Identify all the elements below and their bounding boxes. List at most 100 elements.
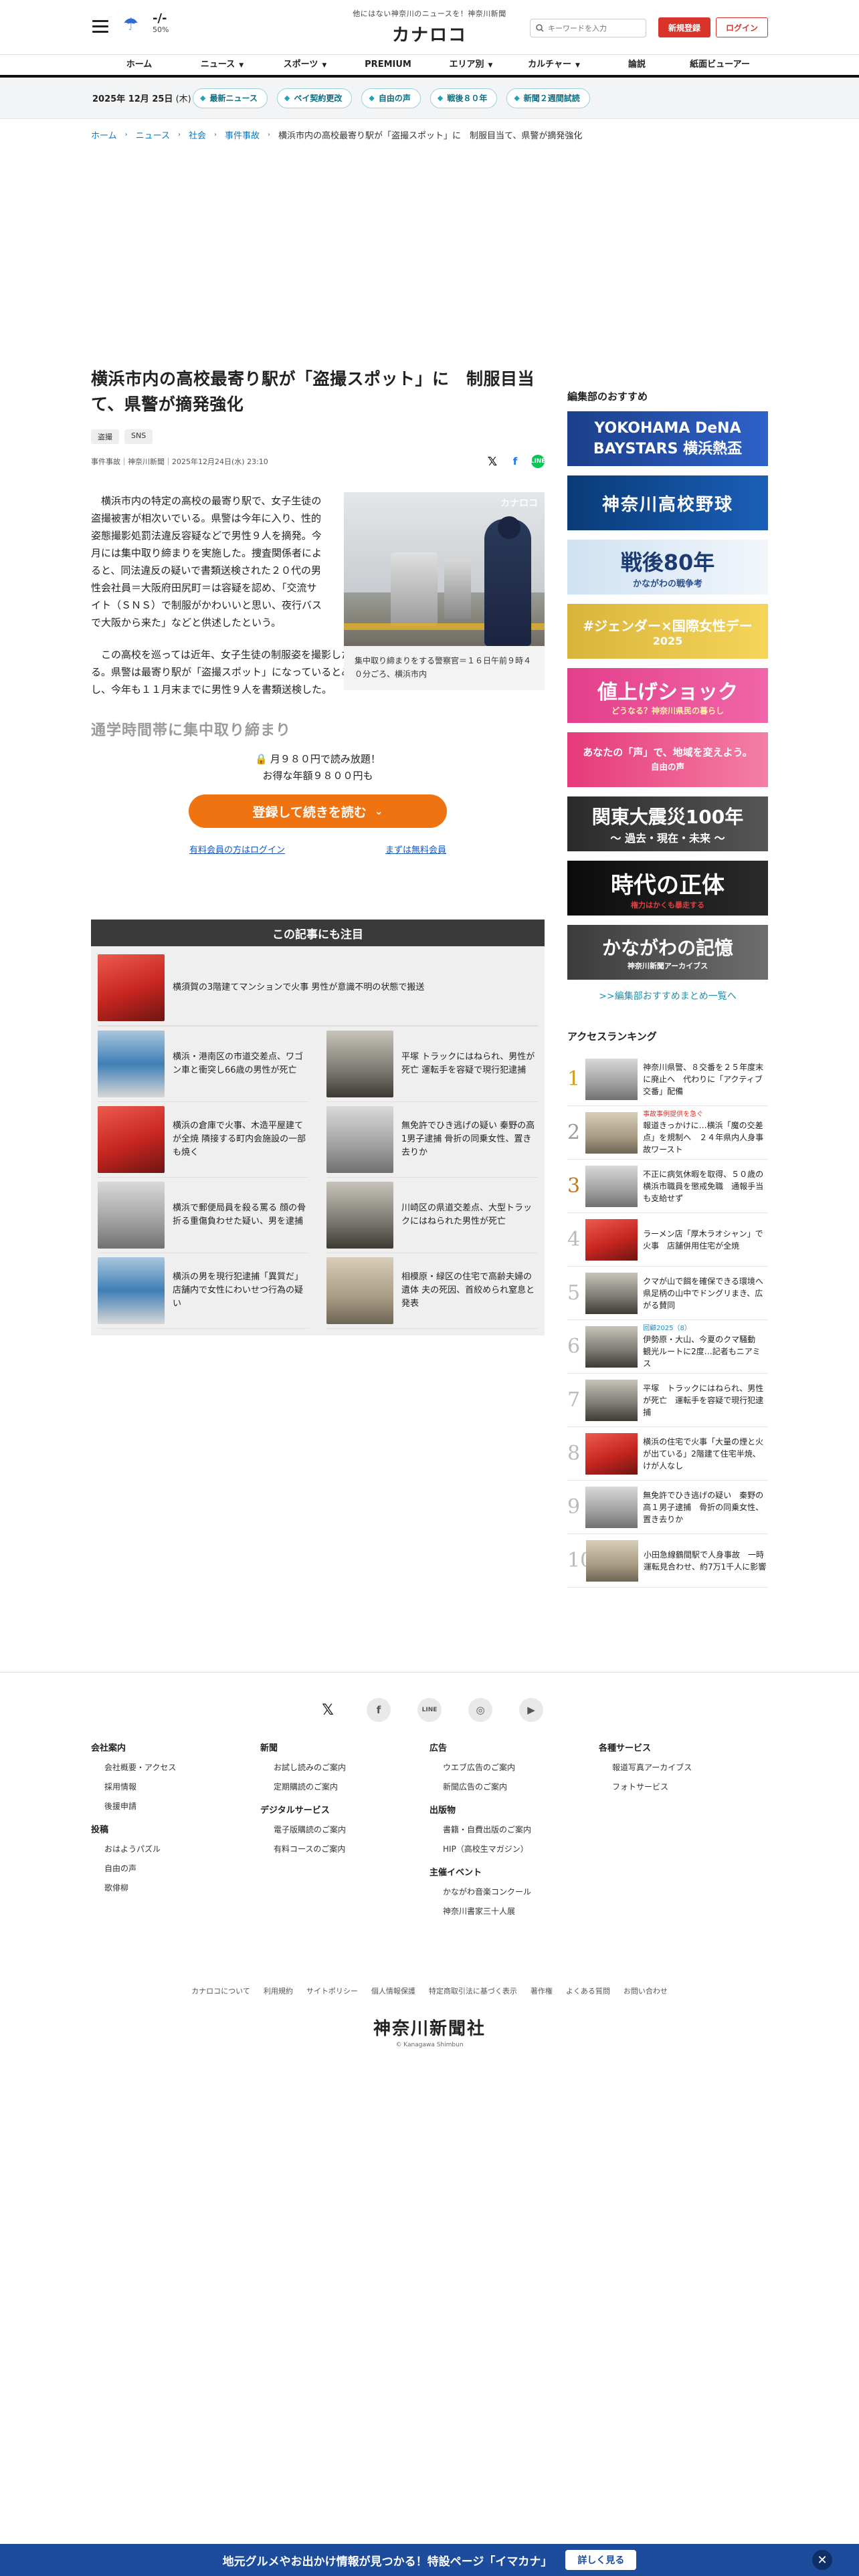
- footer-link[interactable]: 報道写真アーカイブス: [612, 1761, 768, 1773]
- promo-details-button[interactable]: 詳しく見る: [565, 2550, 637, 2570]
- ranking-item[interactable]: 9 無免許でひき逃げの疑い 秦野の高１男子逮捕 骨折の同乗女性、置き去りか: [567, 1481, 768, 1534]
- banner-koko-yakyu[interactable]: 神奈川高校野球: [567, 475, 768, 530]
- nav-home[interactable]: ホーム: [98, 55, 181, 75]
- related-item[interactable]: 無免許でひき逃げの疑い 秦野の高1男子逮捕 骨折の同乗女性、置き去りか: [326, 1102, 538, 1178]
- related-item[interactable]: 横浜の男を現行犯逮捕「異質だ」 店舗内で女性にわいせつ行為の疑い: [98, 1253, 309, 1329]
- footer-link[interactable]: かながわ音楽コンクール: [443, 1886, 599, 1897]
- footer-link[interactable]: 歌俳柳: [104, 1882, 260, 1893]
- close-icon[interactable]: ✕: [812, 2550, 832, 2570]
- footer-bottom-link[interactable]: 個人情報保護: [371, 1985, 415, 1996]
- ranking-item[interactable]: 2 事故事例提供を急ぐ 報道きっかけに…横浜「魔の交差点」を規制へ ２４年県内人身事…: [567, 1106, 768, 1160]
- youtube-icon[interactable]: ▶: [519, 1698, 543, 1722]
- footer-bottom-link[interactable]: カナロコについて: [191, 1985, 250, 1996]
- banner-sengo80[interactable]: 戦後80年 かながわの戦争考: [567, 540, 768, 595]
- article-meta: 事件事故｜神奈川新聞｜2025年12月24日(水) 23:10: [91, 457, 268, 466]
- nav-culture[interactable]: カルチャー ▼: [512, 55, 595, 75]
- site-tagline: 他にはない神奈川のニュースを！神奈川新聞: [353, 9, 506, 18]
- nav-premium[interactable]: PREMIUM: [347, 55, 430, 75]
- footer-link[interactable]: 会社概要・アクセス: [104, 1761, 260, 1773]
- banner-jiyu-no-koe[interactable]: あなたの「声」で、地域を変えよう。 自由の声: [567, 732, 768, 787]
- ranking-item[interactable]: 7 平塚 トラックにはねられ、男性が死亡 運転手を容疑で現行犯逮捕: [567, 1374, 768, 1427]
- ranking-item[interactable]: 6 回顧2025（8） 伊勢原・大山、今夏のクマ騒動 観光ルートに2度…記者もニアミ…: [567, 1320, 768, 1374]
- facebook-share-icon[interactable]: f: [508, 455, 522, 468]
- ranking-item[interactable]: 1 神奈川県警、８交番を２５年度末に廃止へ 代わりに「アクティブ交番」配備: [567, 1053, 768, 1106]
- nav-editorial[interactable]: 論説: [595, 55, 678, 75]
- chip-trial[interactable]: ◆ 新聞２週間試読: [506, 88, 590, 108]
- search-input[interactable]: [548, 23, 635, 33]
- banner-kanto-shinsai[interactable]: 関東大震災100年〜 過去・現在・未来 〜: [567, 796, 768, 851]
- breadcrumb-home[interactable]: ホーム: [91, 128, 117, 141]
- footer-link[interactable]: 神奈川書家三十人展: [443, 1905, 599, 1917]
- footer-link[interactable]: 後援申請: [104, 1800, 260, 1812]
- chip-contract[interactable]: ◆ ペイ契約更改: [276, 88, 353, 108]
- footer-logo[interactable]: 神奈川新聞社: [0, 2015, 859, 2040]
- ranking-item[interactable]: 5 クマが山で餌を確保できる環境へ 県足柄の山中でドングリまき、広がる賛同: [567, 1267, 771, 1320]
- line-share-icon[interactable]: LINE: [531, 455, 545, 468]
- facebook-icon[interactable]: f: [367, 1698, 391, 1722]
- weather-widget[interactable]: ☂ -/- 50%: [123, 13, 169, 35]
- footer-bottom-link[interactable]: 特定商取引法に基づく表示: [429, 1985, 517, 1996]
- ranking-item[interactable]: 3 不正に病気休暇を取得、５０歳の横浜市職員を懲戒免職 通報手当も支給せず: [567, 1160, 768, 1213]
- article-photo[interactable]: カナロコ: [344, 492, 545, 646]
- free-member-link[interactable]: まずは無料会員: [385, 843, 446, 855]
- chip-postwar[interactable]: ◆ 戦後８０年: [430, 88, 498, 108]
- instagram-icon[interactable]: ◎: [468, 1698, 492, 1722]
- breadcrumb-incident[interactable]: 事件事故: [225, 128, 260, 141]
- footer-bottom-link[interactable]: サイトポリシー: [306, 1985, 358, 1996]
- chip-voice[interactable]: ◆ 自由の声: [361, 88, 421, 108]
- footer-bottom-link[interactable]: 利用規約: [264, 1985, 293, 1996]
- footer-link[interactable]: お試し読みのご案内: [274, 1761, 430, 1773]
- related-item[interactable]: 川崎区の県道交差点、大型トラックにはねられた男性が死亡: [326, 1178, 538, 1253]
- banner-kanagawa-kioku[interactable]: かながわの記憶 神奈川新聞アーカイブス: [567, 925, 768, 980]
- related-item[interactable]: 相模原・緑区の住宅で高齢夫婦の遺体 夫の死因、首絞められ窒息と発表: [326, 1253, 538, 1329]
- x-share-icon[interactable]: 𝕏: [486, 455, 499, 469]
- article-subheading: 通学時間帯に集中取り締まり: [91, 722, 292, 739]
- member-login-link[interactable]: 有料会員の方はログイン: [189, 843, 285, 855]
- footer-link[interactable]: ウエブ広告のご案内: [443, 1761, 599, 1773]
- footer-link[interactable]: 電子版購読のご案内: [274, 1824, 430, 1835]
- line-icon[interactable]: LINE: [417, 1698, 442, 1722]
- banner-neage[interactable]: 値上げショック どうなる？神奈川県民の暮らし: [567, 668, 768, 723]
- banner-jidai-no-shotai[interactable]: 時代の正体 権力はかくも暴走する: [567, 861, 768, 916]
- login-button[interactable]: ログイン: [716, 17, 768, 37]
- footer-link[interactable]: フォトサービス: [612, 1781, 768, 1792]
- footer-link[interactable]: 書籍・自費出版のご案内: [443, 1824, 599, 1835]
- footer-link[interactable]: 定期購読のご案内: [274, 1781, 430, 1792]
- banner-baystars[interactable]: YOKOHAMA DeNA BAYSTARS 横浜熱盃: [567, 411, 768, 466]
- breadcrumb-news[interactable]: ニュース: [136, 128, 170, 141]
- menu-icon[interactable]: [92, 20, 108, 33]
- footer-link[interactable]: 採用情報: [104, 1781, 260, 1792]
- footer-link[interactable]: 有料コースのご案内: [274, 1843, 430, 1854]
- chip-latest[interactable]: ◆ 最新ニュース: [193, 88, 268, 108]
- footer-bottom-link[interactable]: お問い合わせ: [624, 1985, 668, 1996]
- footer-link[interactable]: 新聞広告のご案内: [443, 1781, 599, 1792]
- ranking-item[interactable]: 8 横浜の住宅で火事「大量の煙と火が出ている」2階建て住宅半焼、けが人なし: [567, 1427, 768, 1481]
- related-item[interactable]: 平塚 トラックにはねられ、男性が死亡 運転手を容疑で現行犯逮捕: [326, 1027, 538, 1102]
- nav-sports[interactable]: スポーツ ▼: [264, 55, 347, 75]
- footer-link[interactable]: HIP（高校生マガジン）: [443, 1843, 599, 1854]
- search-box[interactable]: [530, 19, 646, 37]
- footer-bottom-link[interactable]: よくある質問: [566, 1985, 610, 1996]
- banner-gender[interactable]: #ジェンダー×国際女性デー 2025: [567, 604, 768, 659]
- tag-link[interactable]: 盗撮: [91, 429, 119, 444]
- site-logo[interactable]: カナロコ: [353, 21, 506, 46]
- related-item[interactable]: 横浜・港南区の市道交差点、ワゴン車と衝突し66歳の男性が死亡: [98, 1027, 309, 1102]
- footer-link[interactable]: 自由の声: [104, 1862, 260, 1874]
- nav-viewer[interactable]: 紙面ビューアー: [678, 55, 761, 75]
- subscribe-button[interactable]: 登録して続きを読む ⌄: [189, 794, 447, 828]
- related-item[interactable]: 横須賀の3階建てマンションで火事 男性が意識不明の状態で搬送: [98, 950, 538, 1026]
- recommend-more-link[interactable]: >>編集部おすすめまとめ一覧へ: [567, 989, 768, 1002]
- site-logo-block[interactable]: 他にはない神奈川のニュースを！神奈川新聞 カナロコ: [353, 8, 506, 46]
- x-icon[interactable]: 𝕏: [316, 1698, 340, 1722]
- register-button[interactable]: 新規登録: [658, 17, 710, 37]
- tag-link[interactable]: SNS: [124, 429, 153, 444]
- breadcrumb-society[interactable]: 社会: [189, 128, 206, 141]
- ranking-item[interactable]: 4 ラーメン店「厚木ラオシャン」で火事 店舗併用住宅が全焼: [567, 1213, 768, 1267]
- nav-area[interactable]: エリア別 ▼: [430, 55, 512, 75]
- ranking-item[interactable]: 10 小田急線鶴間駅で人身事故 一時運転見合わせ、約7万1千人に影響: [567, 1534, 768, 1588]
- related-item[interactable]: 横浜で郵便局員を殺る罵る 顔の骨折る重傷負わせた疑い、男を逮捕: [98, 1178, 309, 1253]
- footer-bottom-link[interactable]: 著作権: [531, 1985, 553, 1996]
- related-item[interactable]: 横浜の倉庫で火事、木造平屋建て が全焼 隣接する町内会施設の一部も焼く: [98, 1102, 309, 1178]
- nav-news[interactable]: ニュース ▼: [181, 55, 264, 75]
- footer-link[interactable]: おはようパズル: [104, 1843, 260, 1854]
